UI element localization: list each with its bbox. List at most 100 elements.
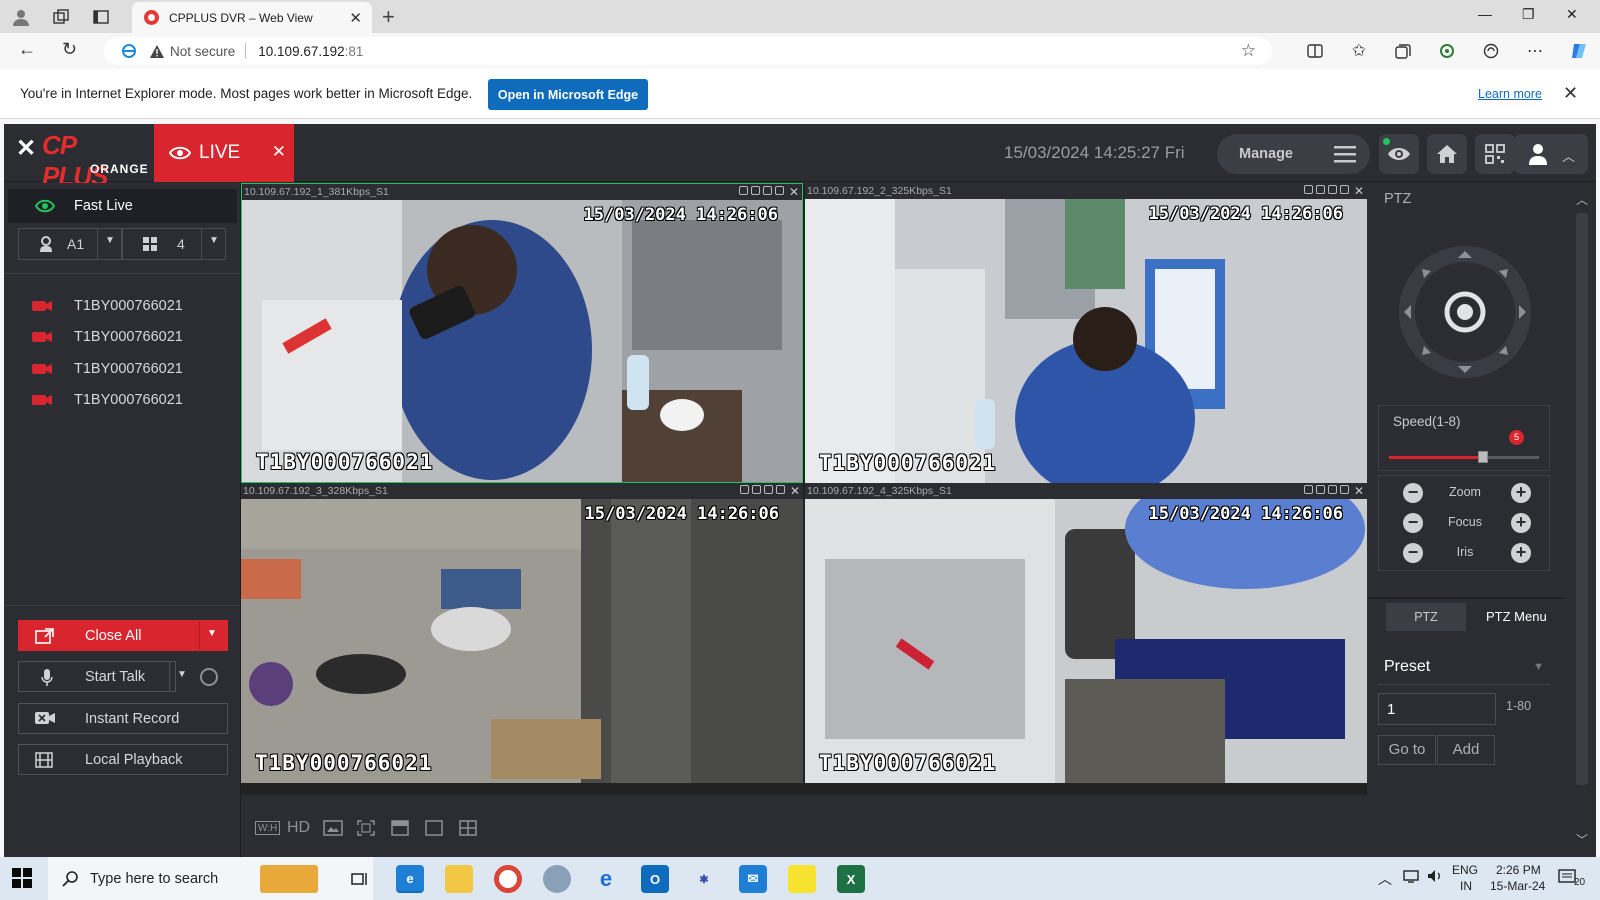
more-options-icon[interactable]: ⋯ <box>1526 42 1544 60</box>
record-icon[interactable] <box>1316 485 1325 494</box>
add-preset-button[interactable]: Add <box>1437 735 1495 765</box>
ptz-direction-pad[interactable] <box>1398 245 1532 379</box>
split-layout-dropdown[interactable]: 4 ▼ <box>122 228 226 260</box>
record-icon[interactable] <box>752 485 761 494</box>
outlook-icon[interactable]: O <box>641 865 669 893</box>
back-icon[interactable]: ← <box>18 39 36 60</box>
snapshot-icon[interactable] <box>1304 185 1313 194</box>
network-icon[interactable] <box>1403 869 1419 883</box>
chevron-down-icon[interactable]: ▼ <box>207 628 217 639</box>
favorite-star-icon[interactable]: ☆ <box>1241 41 1256 61</box>
audio-icon[interactable] <box>1328 185 1337 194</box>
extensions-icon[interactable] <box>1438 42 1456 60</box>
address-bar[interactable]: Not secure 10.109.67.192:81 ☆ <box>104 37 1272 65</box>
video-tile[interactable]: 10.109.67.192_4_325Kbps_S1 ✕ 15/03/2024 … <box>805 483 1367 783</box>
tab-actions-icon[interactable] <box>90 6 112 28</box>
tab-ptz-menu[interactable]: PTZ Menu <box>1486 609 1547 624</box>
chrome-icon[interactable] <box>494 865 522 893</box>
language-bottom[interactable]: IN <box>1460 879 1472 893</box>
snapshot-icon[interactable] <box>739 186 748 195</box>
video-tile[interactable]: 10.109.67.192_1_381Kbps_S1 ✕ 15/03/2024 … <box>241 183 803 483</box>
instant-record-button[interactable]: Instant Record <box>18 703 228 734</box>
close-tile-icon[interactable]: ✕ <box>790 483 800 499</box>
security-label[interactable]: Not secure <box>170 44 235 59</box>
file-explorer-icon[interactable] <box>445 865 473 893</box>
internet-explorer-icon[interactable]: e <box>592 865 620 893</box>
local-playback-button[interactable]: Local Playback <box>18 744 228 775</box>
refresh-icon[interactable]: ↻ <box>62 39 77 60</box>
mail-icon[interactable]: ✉ <box>739 865 767 893</box>
home-button[interactable] <box>1427 134 1467 174</box>
speed-slider-thumb[interactable] <box>1477 451 1488 463</box>
channel-item[interactable]: T1BY000766021 <box>32 388 183 412</box>
window-close-icon[interactable]: ✕ <box>1566 6 1578 23</box>
zoom-icon[interactable] <box>1340 485 1349 494</box>
live-tab[interactable]: LIVE ✕ <box>154 124 294 182</box>
zoom-out-button[interactable]: − <box>1403 483 1423 503</box>
close-all-button[interactable]: Close All ▼ <box>18 620 228 651</box>
excel-icon[interactable]: X <box>837 865 865 893</box>
ie-mode-icon[interactable] <box>122 44 136 58</box>
iris-minus-button[interactable]: − <box>1403 543 1423 563</box>
iris-plus-button[interactable]: + <box>1511 543 1531 563</box>
video-tile[interactable]: 10.109.67.192_2_325Kbps_S1 ✕ 15/03/2024 … <box>805 183 1367 483</box>
zoom-icon[interactable] <box>776 485 785 494</box>
focus-minus-button[interactable]: − <box>1403 513 1423 533</box>
scroll-down-icon[interactable]: ﹀ <box>1576 831 1588 848</box>
copilot-icon[interactable] <box>1570 42 1588 60</box>
task-view-icon[interactable] <box>346 865 374 893</box>
speed-slider[interactable] <box>1389 451 1539 463</box>
record-icon[interactable] <box>751 186 760 195</box>
snapshot-icon[interactable] <box>1304 485 1313 494</box>
chevron-down-icon[interactable]: ▼ <box>177 669 187 680</box>
audio-icon[interactable] <box>764 485 773 494</box>
taskbar-search-input[interactable]: Type here to search <box>48 857 373 900</box>
image-adjust-icon[interactable] <box>323 819 343 837</box>
fullscreen-icon[interactable] <box>357 819 375 837</box>
preset-select[interactable]: Preset ▼ <box>1378 651 1550 685</box>
audio-icon[interactable] <box>1328 485 1337 494</box>
profile-icon[interactable] <box>10 6 32 28</box>
preset-number-input[interactable]: 1 <box>1378 693 1496 725</box>
app-icon[interactable] <box>543 865 571 893</box>
channel-item[interactable]: T1BY000766021 <box>32 357 183 381</box>
four-split-icon[interactable] <box>459 819 477 837</box>
single-split-icon[interactable] <box>391 819 409 837</box>
browser-tab[interactable]: CPPLUS DVR – Web View ✕ <box>132 2 372 33</box>
app-icon[interactable]: ✱ <box>690 865 718 893</box>
user-menu-button[interactable]: ︿ <box>1514 134 1588 174</box>
show-hidden-icons-icon[interactable]: ︿ <box>1378 869 1392 889</box>
panel-scrollbar[interactable]: ︿ ﹀ <box>1568 183 1596 857</box>
tab-ptz[interactable]: PTZ <box>1386 603 1466 631</box>
close-live-tab-icon[interactable]: ✕ <box>272 142 286 162</box>
edge-taskbar-icon[interactable]: e <box>396 865 424 893</box>
new-tab-icon[interactable]: + <box>382 4 395 30</box>
video-tile[interactable]: 10.109.67.192_3_328Kbps_S1 ✕ 15/03/2024 … <box>241 483 803 783</box>
minimize-icon[interactable]: — <box>1478 6 1492 22</box>
workspaces-icon[interactable] <box>50 6 72 28</box>
hd-button[interactable]: HD <box>287 819 310 837</box>
restore-icon[interactable]: ❐ <box>1522 6 1535 23</box>
start-talk-button[interactable]: Start Talk ▼ <box>18 661 187 692</box>
zoom-in-button[interactable]: + <box>1511 483 1531 503</box>
windows-start-icon[interactable] <box>12 868 32 888</box>
manage-button[interactable]: Manage <box>1217 134 1370 174</box>
infobar-close-icon[interactable]: ✕ <box>1563 83 1578 104</box>
clock-time[interactable]: 2:26 PM <box>1496 863 1541 877</box>
close-tab-icon[interactable]: ✕ <box>349 9 362 27</box>
zoom-icon[interactable] <box>1340 185 1349 194</box>
account-dropdown[interactable]: A1 ▼ <box>18 228 122 260</box>
learn-more-link[interactable]: Learn more <box>1478 87 1542 101</box>
goto-preset-button[interactable]: Go to <box>1378 735 1436 765</box>
open-in-edge-button[interactable]: Open in Microsoft Edge <box>488 79 648 110</box>
snapshot-icon[interactable] <box>740 485 749 494</box>
live-view-button[interactable] <box>1379 134 1419 174</box>
fast-live-header[interactable]: Fast Live <box>8 189 237 223</box>
collections-icon[interactable] <box>1394 42 1412 60</box>
talk-status-indicator[interactable] <box>200 668 218 686</box>
sticky-notes-icon[interactable] <box>788 865 816 893</box>
close-tile-icon[interactable]: ✕ <box>789 184 799 200</box>
one-window-icon[interactable] <box>425 819 443 837</box>
split-screen-icon[interactable] <box>1306 42 1324 60</box>
audio-icon[interactable] <box>763 186 772 195</box>
